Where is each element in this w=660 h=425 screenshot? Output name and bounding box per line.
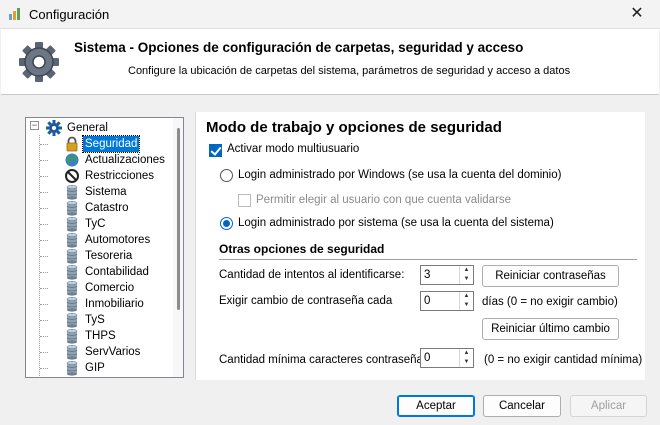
tree-connector bbox=[40, 208, 48, 209]
database-icon bbox=[64, 264, 80, 280]
tree-connector bbox=[40, 304, 48, 305]
tree-item-label: THPS bbox=[85, 330, 116, 342]
attempts-stepper[interactable]: 3 ▲ ▼ bbox=[420, 265, 474, 285]
database-icon bbox=[64, 184, 80, 200]
password-change-value[interactable]: 0 bbox=[424, 295, 430, 307]
globe-icon bbox=[64, 152, 80, 168]
stepper-up-icon[interactable]: ▲ bbox=[459, 349, 473, 358]
multiuser-label[interactable]: Activar modo multiusuario bbox=[227, 143, 359, 155]
database-icon bbox=[64, 280, 80, 296]
tree-item-label: Sistema bbox=[85, 186, 127, 198]
database-icon bbox=[64, 328, 80, 344]
dialog-header: Sistema - Opciones de configuración de c… bbox=[1, 29, 659, 95]
tree-scrollbar[interactable] bbox=[173, 118, 183, 377]
tree-item-label: Inmobiliario bbox=[85, 298, 144, 310]
login-windows-radio[interactable] bbox=[220, 169, 233, 182]
no-entry-icon bbox=[64, 168, 80, 184]
password-change-stepper[interactable]: 0 ▲ ▼ bbox=[420, 291, 474, 311]
accept-button[interactable]: Aceptar bbox=[397, 395, 475, 417]
tree-item-label: Seguridad bbox=[81, 135, 141, 153]
tree-connector bbox=[40, 224, 48, 225]
gear-icon bbox=[46, 120, 62, 136]
database-icon bbox=[64, 216, 80, 232]
tree-connector bbox=[40, 144, 48, 145]
gear-icon bbox=[19, 42, 59, 82]
scrollbar-thumb[interactable] bbox=[177, 128, 180, 310]
tree-connector bbox=[40, 320, 48, 321]
section-title: Modo de trabajo y opciones de seguridad bbox=[206, 119, 502, 136]
tree-connector bbox=[40, 192, 48, 193]
tree-connector bbox=[40, 288, 48, 289]
tree-item-label: ServVarios bbox=[85, 346, 141, 358]
header-title: Sistema - Opciones de configuración de c… bbox=[74, 40, 524, 55]
tree-connector bbox=[40, 368, 48, 369]
cancel-button[interactable]: Cancelar bbox=[483, 395, 561, 417]
reset-last-change-button[interactable]: Reiniciar último cambio bbox=[482, 318, 619, 340]
database-icon bbox=[64, 312, 80, 328]
tree-connector bbox=[40, 240, 48, 241]
tree-item-label: Catastro bbox=[85, 202, 129, 214]
tree-item-label: Contabilidad bbox=[85, 266, 149, 278]
tree-item-label: General bbox=[67, 122, 108, 134]
tree-connector bbox=[40, 272, 48, 273]
other-options-title: Otras opciones de seguridad bbox=[219, 242, 385, 256]
min-chars-stepper[interactable]: 0 ▲ ▼ bbox=[420, 348, 474, 368]
tree-item-label: GIP bbox=[85, 362, 105, 374]
tree-connector bbox=[40, 176, 48, 177]
app-icon bbox=[9, 8, 20, 20]
min-chars-hint: (0 = no exigir cantidad mínima) bbox=[484, 354, 643, 366]
allow-user-label[interactable]: Permitir elegir al usuario con que cuent… bbox=[256, 194, 511, 206]
stepper-down-icon[interactable]: ▼ bbox=[459, 275, 473, 284]
database-icon bbox=[64, 360, 80, 376]
tree-item-label: Comercio bbox=[85, 282, 135, 294]
database-icon bbox=[64, 344, 80, 360]
tree-item-label: Automotores bbox=[85, 234, 151, 246]
section-divider bbox=[219, 259, 637, 260]
window-title: Configuración bbox=[29, 7, 110, 22]
tree-item-label: TyC bbox=[85, 218, 106, 230]
tree-item-label: Tesoreria bbox=[85, 250, 133, 262]
close-button[interactable]: ✕ bbox=[614, 0, 660, 29]
database-icon bbox=[64, 296, 80, 312]
tree-collapse-toggle[interactable]: − bbox=[30, 121, 39, 130]
stepper-down-icon[interactable]: ▼ bbox=[459, 301, 473, 310]
password-change-hint: días (0 = no exigir cambio) bbox=[482, 296, 618, 308]
tree-item-label: Restricciones bbox=[85, 170, 155, 182]
stepper-down-icon[interactable]: ▼ bbox=[459, 358, 473, 367]
allow-user-checkbox[interactable] bbox=[238, 194, 251, 207]
attempts-label: Cantidad de intentos al identificarse: bbox=[219, 269, 405, 281]
tree-connector bbox=[40, 336, 48, 337]
stepper-up-icon[interactable]: ▲ bbox=[459, 292, 473, 301]
database-icon bbox=[64, 248, 80, 264]
login-system-label[interactable]: Login administrado por sistema (se usa l… bbox=[238, 217, 554, 229]
header-subtitle: Configure la ubicación de carpetas del s… bbox=[128, 65, 571, 77]
close-icon: ✕ bbox=[630, 5, 644, 22]
tree-connector bbox=[40, 256, 48, 257]
min-chars-label: Cantidad mínima caracteres contraseña: bbox=[219, 354, 427, 366]
database-icon bbox=[64, 232, 80, 248]
multiuser-checkbox[interactable] bbox=[209, 144, 222, 157]
lock-icon bbox=[64, 136, 80, 152]
tree-connector bbox=[40, 352, 48, 353]
tree-connector bbox=[40, 160, 48, 161]
stepper-up-icon[interactable]: ▲ bbox=[459, 266, 473, 275]
attempts-value[interactable]: 3 bbox=[424, 269, 430, 281]
login-system-radio[interactable] bbox=[220, 217, 233, 230]
reset-passwords-button[interactable]: Reiniciar contraseñas bbox=[482, 265, 619, 287]
tree-item-label: Actualizaciones bbox=[85, 154, 165, 166]
title-bar: Configuración ✕ bbox=[0, 0, 660, 29]
password-change-label: Exigir cambio de contraseña cada bbox=[219, 295, 393, 307]
login-windows-label[interactable]: Login administrado por Windows (se usa l… bbox=[238, 169, 561, 181]
database-icon bbox=[64, 200, 80, 216]
min-chars-value[interactable]: 0 bbox=[424, 352, 430, 364]
apply-button[interactable]: Aplicar bbox=[570, 395, 647, 417]
tree-item-label: TyS bbox=[85, 314, 105, 326]
